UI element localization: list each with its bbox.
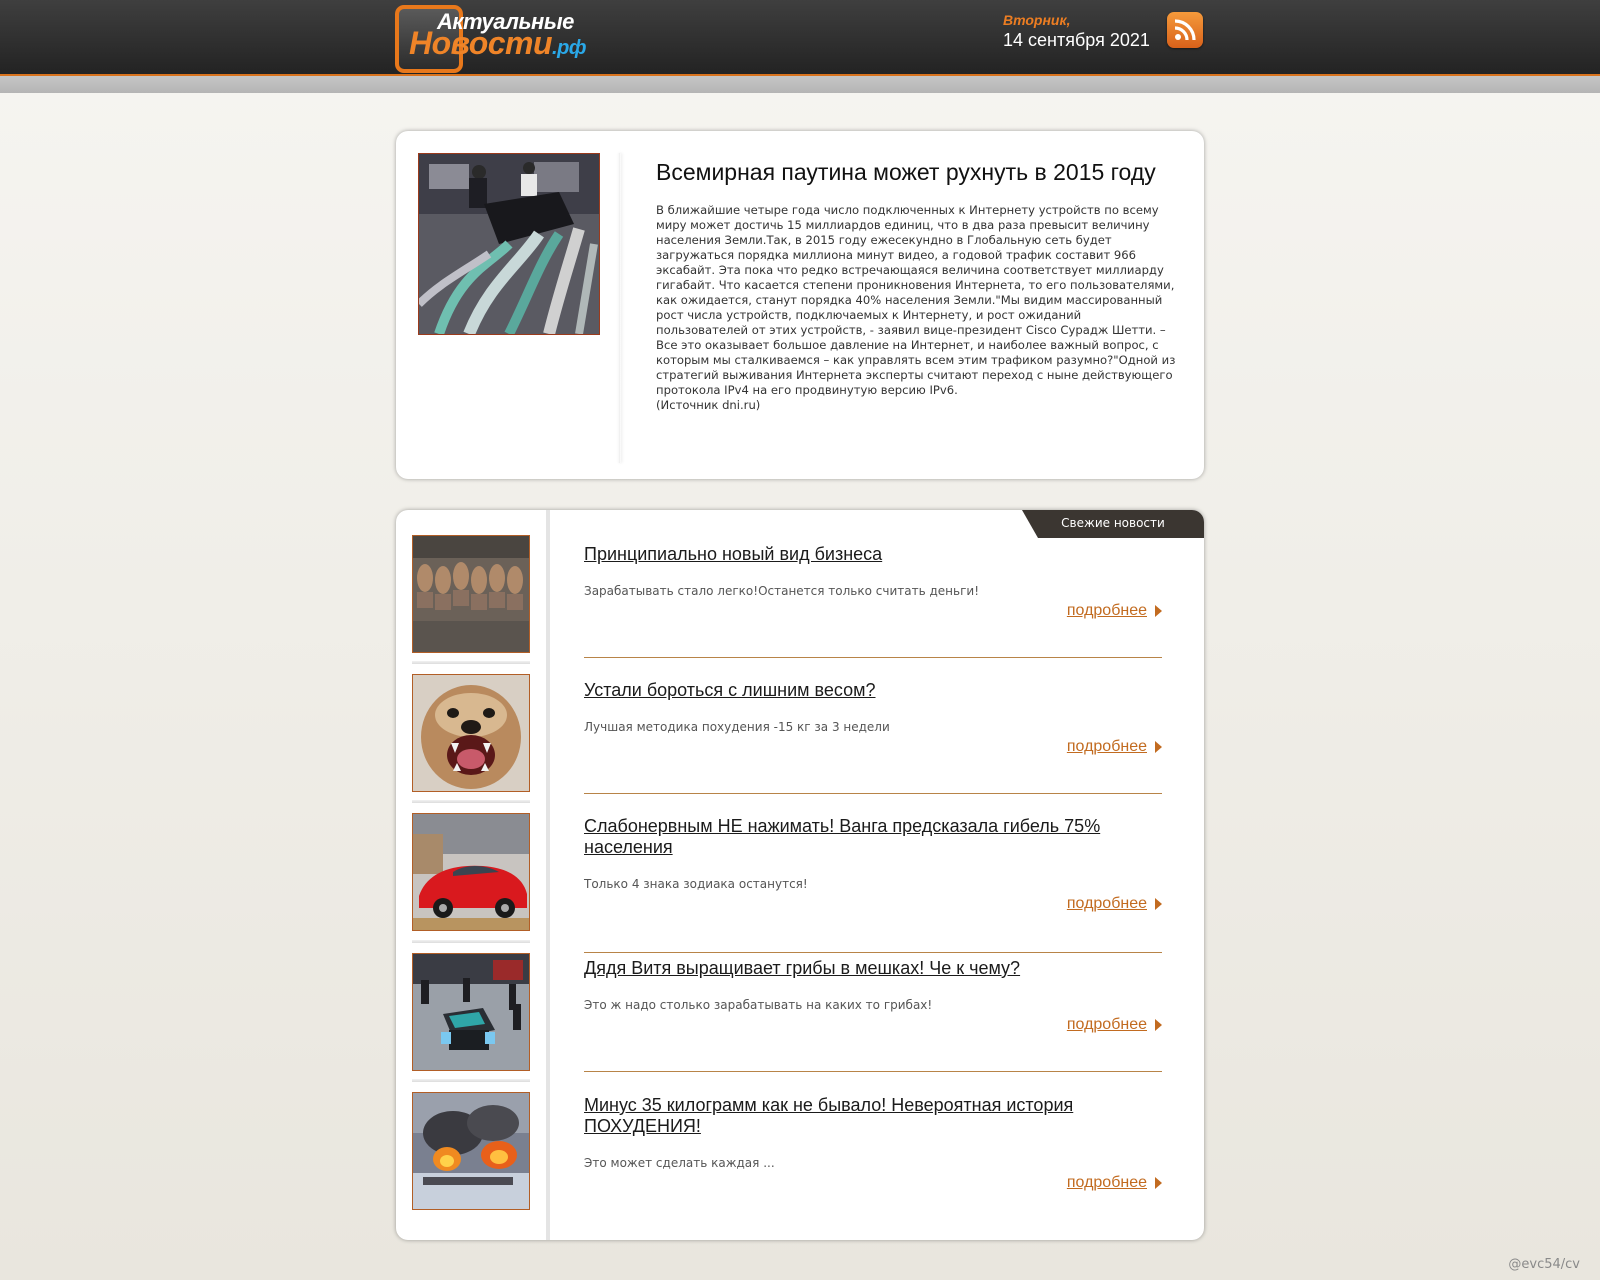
thumbnail-separator bbox=[412, 661, 530, 664]
news-item-title[interactable]: Минус 35 килограмм как не бывало! Неверо… bbox=[584, 1095, 1162, 1137]
logo-line2-text: Новости bbox=[409, 25, 553, 61]
watermark: @evc54/cv bbox=[1508, 1257, 1580, 1272]
read-more-label: подробнее bbox=[1066, 1016, 1147, 1033]
read-more-label: подробнее bbox=[1066, 602, 1147, 619]
read-more-link[interactable]: подробнее bbox=[1067, 1016, 1162, 1034]
arrow-right-icon bbox=[1155, 897, 1162, 910]
item-separator bbox=[584, 657, 1162, 658]
read-more-label: подробнее bbox=[1066, 895, 1147, 912]
read-more-link[interactable]: подробнее bbox=[1067, 1174, 1162, 1192]
date-block: Вторник, 14 сентября 2021 bbox=[1003, 12, 1150, 51]
read-more-link[interactable]: подробнее bbox=[1067, 738, 1162, 756]
thumbnail-separator bbox=[412, 940, 530, 943]
read-more-link[interactable]: подробнее bbox=[1067, 602, 1162, 620]
arrow-right-icon bbox=[1155, 740, 1162, 753]
news-list: Свежие новости Принципиально новый вид б… bbox=[396, 510, 1204, 1240]
arrow-right-icon bbox=[1155, 604, 1162, 617]
news-thumbnail[interactable] bbox=[412, 674, 530, 792]
logo-rf: .рф bbox=[552, 37, 586, 59]
news-thumbnail[interactable] bbox=[412, 535, 530, 653]
item-separator bbox=[584, 793, 1162, 794]
news-item-desc: Это ж надо столько зарабатывать на каких… bbox=[584, 998, 933, 1012]
news-item-desc: Только 4 знака зодиака останутся! bbox=[584, 877, 808, 891]
logo-line2: Новости.рф bbox=[409, 25, 586, 62]
item-separator bbox=[584, 952, 1162, 953]
news-thumbnail[interactable] bbox=[412, 813, 530, 931]
date-full: 14 сентября 2021 bbox=[1003, 30, 1150, 50]
thumbnail-column bbox=[396, 510, 550, 1240]
news-item-desc: Зарабатывать стало легко!Останется тольк… bbox=[584, 584, 979, 598]
news-thumbnail[interactable] bbox=[412, 1092, 530, 1210]
item-separator bbox=[584, 1071, 1162, 1072]
thumbnail-separator bbox=[412, 1079, 530, 1082]
featured-article: Всемирная паутина может рухнуть в 2015 г… bbox=[396, 131, 1204, 479]
news-item-desc: Лучшая методика похудения -15 кг за 3 не… bbox=[584, 720, 890, 734]
news-item-title[interactable]: Принципиально новый вид бизнеса bbox=[584, 544, 1162, 565]
featured-divider bbox=[618, 153, 621, 463]
site-header: Актуальные Новости.рф Вторник, 14 сентяб… bbox=[0, 0, 1600, 76]
news-item: Дядя Витя выращивает грибы в мешках! Че … bbox=[584, 958, 1162, 1072]
read-more-label: подробнее bbox=[1066, 1174, 1147, 1191]
featured-image[interactable] bbox=[418, 153, 600, 335]
header-stripe bbox=[0, 76, 1600, 93]
featured-text: В ближайшие четыре года число подключенн… bbox=[656, 203, 1176, 413]
tab-fresh-news[interactable]: Свежие новости bbox=[1022, 510, 1204, 538]
featured-source: (Источник dni.ru) bbox=[656, 398, 761, 412]
featured-title[interactable]: Всемирная паутина может рухнуть в 2015 г… bbox=[656, 159, 1176, 186]
news-thumbnail[interactable] bbox=[412, 953, 530, 1071]
rss-icon bbox=[1174, 19, 1196, 41]
news-item: Устали бороться с лишним весом? Лучшая м… bbox=[584, 680, 1162, 794]
news-item-title[interactable]: Слабонервным НЕ нажимать! Ванга предсказ… bbox=[584, 816, 1162, 858]
news-item: Минус 35 килограмм как не бывало! Неверо… bbox=[584, 1095, 1162, 1191]
thumbnail-separator bbox=[412, 800, 530, 803]
news-item: Слабонервным НЕ нажимать! Ванга предсказ… bbox=[584, 816, 1162, 953]
news-item-desc: Это может сделать каждая ... bbox=[584, 1156, 775, 1170]
read-more-link[interactable]: подробнее bbox=[1067, 895, 1162, 913]
rss-button[interactable] bbox=[1167, 12, 1203, 48]
news-item-title[interactable]: Дядя Витя выращивает грибы в мешках! Че … bbox=[584, 958, 1162, 979]
date-day: Вторник, bbox=[1003, 12, 1071, 28]
site-logo[interactable]: Актуальные Новости.рф bbox=[395, 5, 595, 73]
featured-body: В ближайшие четыре года число подключенн… bbox=[656, 203, 1176, 397]
arrow-right-icon bbox=[1155, 1018, 1162, 1031]
read-more-label: подробнее bbox=[1066, 738, 1147, 755]
arrow-right-icon bbox=[1155, 1176, 1162, 1189]
news-item-title[interactable]: Устали бороться с лишним весом? bbox=[584, 680, 1162, 701]
news-item: Принципиально новый вид бизнеса Зарабаты… bbox=[584, 544, 1162, 658]
